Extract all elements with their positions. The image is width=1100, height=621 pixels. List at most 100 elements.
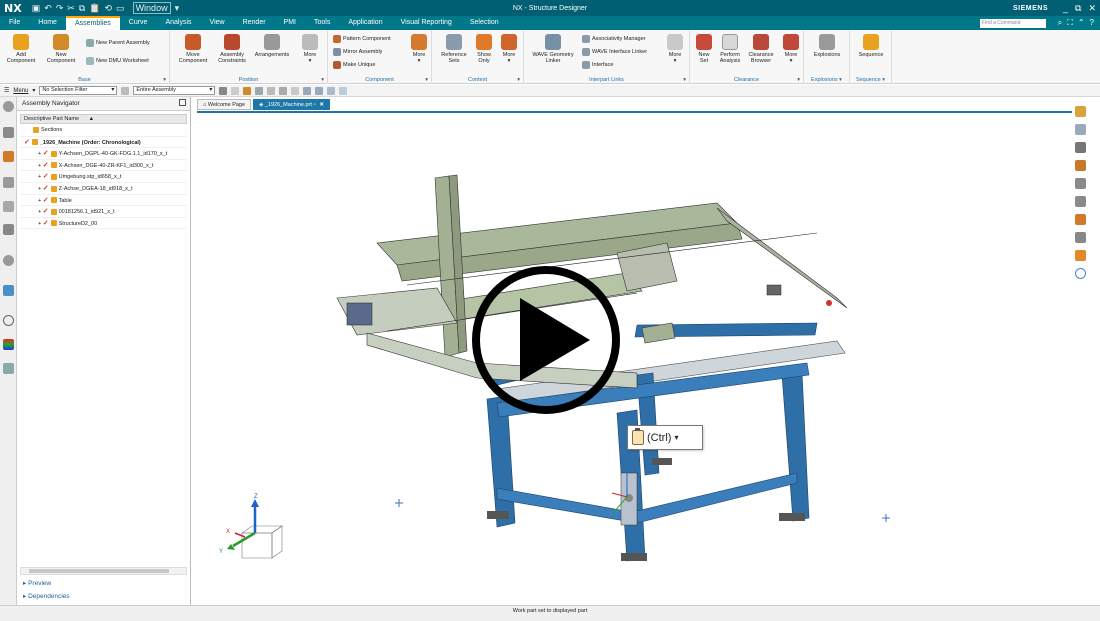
pin-icon[interactable]: [179, 99, 186, 106]
more-context-button[interactable]: More ▾: [498, 34, 520, 64]
snap-grid-icon[interactable]: [291, 86, 300, 95]
menu-icon[interactable]: ☰: [4, 87, 9, 94]
associativity-manager-button[interactable]: Associativity Manager: [582, 35, 646, 43]
tree-node[interactable]: + ✓ 00181256.1_id921_x_t: [20, 206, 187, 218]
roles-icon[interactable]: [3, 255, 14, 266]
visibility-checkbox-icon[interactable]: ✓: [43, 185, 49, 192]
z-axis-unit[interactable]: [620, 472, 638, 526]
assembly-navigator-icon[interactable]: [3, 151, 14, 162]
assembly-constraints-button[interactable]: Assembly Constraints: [214, 34, 250, 64]
redo-icon[interactable]: ↷: [56, 3, 64, 14]
pattern-component-button[interactable]: Pattern Component: [333, 35, 391, 43]
tab-tools[interactable]: Tools: [305, 16, 339, 30]
paste-icon[interactable]: 📋: [89, 3, 100, 14]
column-header[interactable]: Descriptive Part Name ▲: [20, 114, 187, 124]
tab-home[interactable]: Home: [29, 16, 66, 30]
line-icon[interactable]: [1075, 214, 1086, 225]
tree-node[interactable]: Sections: [20, 125, 187, 137]
horizontal-scrollbar[interactable]: [20, 567, 187, 575]
visibility-checkbox-icon[interactable]: ✓: [43, 162, 49, 169]
select-body-icon[interactable]: [255, 86, 264, 95]
snap-point-icon[interactable]: [231, 86, 240, 95]
new-component-button[interactable]: New Component: [44, 34, 78, 64]
tab-file[interactable]: File: [0, 16, 29, 30]
save-icon[interactable]: ▣: [32, 3, 41, 14]
help-icon[interactable]: ?: [1090, 18, 1094, 28]
wave-link-icon[interactable]: [1075, 106, 1086, 117]
tab-assemblies[interactable]: Assemblies: [65, 16, 120, 30]
template-icon[interactable]: [1075, 160, 1086, 171]
interface-button[interactable]: Interface: [582, 61, 613, 69]
menu-dropdown-icon[interactable]: ▾: [32, 87, 35, 94]
part-navigator-icon[interactable]: [3, 127, 14, 138]
minimize-button[interactable]: _: [1063, 3, 1068, 14]
refresh-icon[interactable]: [1075, 268, 1086, 279]
branch-icon[interactable]: [1075, 250, 1086, 261]
tab-application[interactable]: Application: [339, 16, 391, 30]
constraint-navigator-icon[interactable]: [3, 177, 14, 188]
web-browser-icon[interactable]: [3, 285, 14, 296]
more-component-button[interactable]: More ▾: [408, 34, 430, 64]
paste-options-button[interactable]: (Ctrl) ▾: [627, 425, 703, 450]
reuse-library-icon[interactable]: [3, 224, 14, 235]
reference-sets-button[interactable]: Reference Sets: [436, 34, 472, 64]
tree-node[interactable]: + ✓ Table: [20, 195, 187, 207]
model-view[interactable]: Z X Y: [197, 113, 1072, 605]
settings-icon[interactable]: [3, 101, 14, 112]
copy-icon[interactable]: ⧉: [79, 3, 85, 14]
history-icon[interactable]: [3, 315, 14, 326]
window-menu-button[interactable]: Window: [132, 2, 171, 14]
add-component-button[interactable]: Add Component: [6, 34, 36, 64]
restore-button[interactable]: ⧉: [1075, 3, 1081, 14]
arrangements-button[interactable]: Arrangements: [252, 34, 292, 58]
make-unique-button[interactable]: Make Unique: [333, 61, 375, 69]
move-component-button[interactable]: Move Component: [174, 34, 212, 64]
mirror-assembly-button[interactable]: Mirror Assembly: [333, 48, 382, 56]
visibility-checkbox-icon[interactable]: ✓: [43, 197, 49, 204]
visibility-checkbox-icon[interactable]: ✓: [43, 173, 49, 180]
layer-icon[interactable]: [339, 86, 348, 95]
wave-geometry-linker-button[interactable]: WAVE Geometry Linker: [528, 34, 578, 64]
tree-node[interactable]: + ✓ Umgebung.stp_id658_x_t: [20, 171, 187, 183]
tab-view[interactable]: View: [201, 16, 234, 30]
repeat-command-icon[interactable]: ⟲: [105, 3, 113, 14]
view-fit-icon[interactable]: [303, 86, 312, 95]
cut-icon[interactable]: ✂: [67, 3, 75, 14]
new-parent-assembly-button[interactable]: New Parent Assembly: [86, 39, 150, 47]
tree-node[interactable]: + ✓ StructureD2_00: [20, 218, 187, 230]
system-materials-icon[interactable]: [3, 363, 14, 374]
visibility-checkbox-icon[interactable]: ✓: [43, 208, 49, 215]
tab-render[interactable]: Render: [234, 16, 275, 30]
tab-selection[interactable]: Selection: [461, 16, 508, 30]
selection-filter-select[interactable]: No Selection Filter: [39, 86, 118, 95]
find-command-input[interactable]: Find a Command: [980, 19, 1046, 28]
view-orient-icon[interactable]: [315, 86, 324, 95]
perform-analysis-button[interactable]: Perform Analysis: [716, 34, 744, 64]
tab-analysis[interactable]: Analysis: [156, 16, 200, 30]
assembly-load-icon[interactable]: [1075, 178, 1086, 189]
sequence-button[interactable]: Sequence: [854, 34, 888, 58]
search-icon[interactable]: ⌕: [1058, 18, 1062, 28]
customize-qa-icon[interactable]: ▾: [175, 3, 180, 14]
select-object-icon[interactable]: [219, 86, 228, 95]
close-button[interactable]: ✕: [1088, 3, 1096, 14]
tab-curve[interactable]: Curve: [120, 16, 157, 30]
visibility-checkbox-icon[interactable]: ✓: [43, 150, 49, 157]
graphics-window[interactable]: Z X Y: [197, 111, 1072, 605]
palette-icon[interactable]: [3, 339, 14, 350]
show-only-button[interactable]: Show Only: [472, 34, 496, 64]
select-face-icon[interactable]: [243, 86, 252, 95]
wave-interface-linker-button[interactable]: WAVE Interface Linker: [582, 48, 647, 56]
touch-mode-icon[interactable]: ▭: [116, 3, 125, 14]
tab-pmi[interactable]: PMI: [275, 16, 305, 30]
routing-icon[interactable]: [1075, 142, 1086, 153]
explosions-button[interactable]: Explosions: [808, 34, 846, 58]
scroll-thumb[interactable]: [29, 569, 169, 573]
undo-icon[interactable]: ↶: [44, 3, 52, 14]
part-family-icon[interactable]: [3, 201, 14, 212]
fitting-icon[interactable]: [1075, 232, 1086, 243]
tab-visual-reporting[interactable]: Visual Reporting: [392, 16, 461, 30]
maximize-tab-icon[interactable]: ▫: [313, 102, 315, 108]
filter-icon[interactable]: [121, 86, 130, 95]
menu-button[interactable]: Menu: [13, 88, 28, 94]
